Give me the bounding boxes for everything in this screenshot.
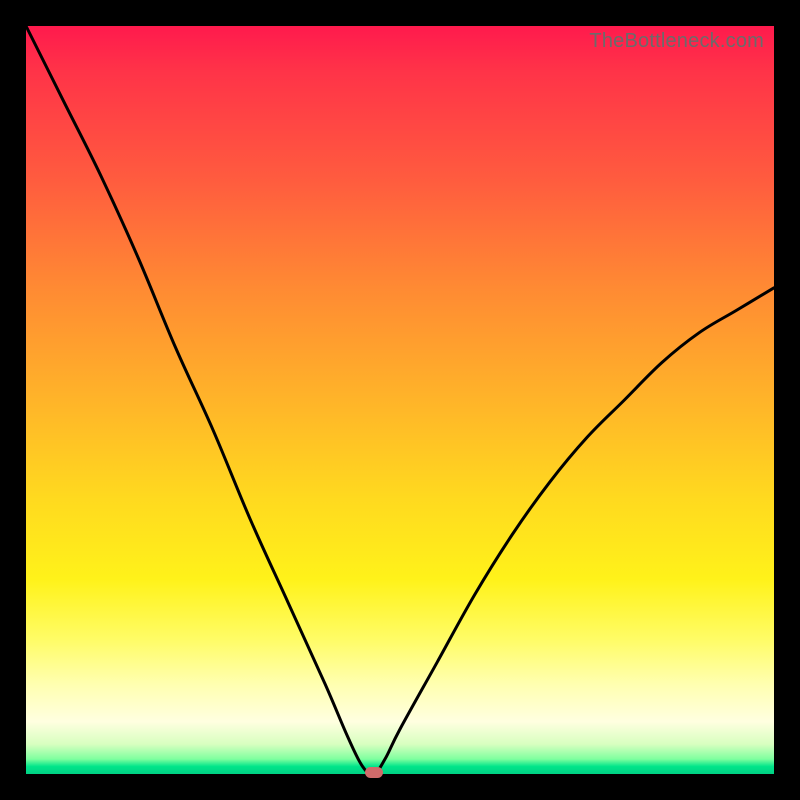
plot-area: TheBottleneck.com (26, 26, 774, 774)
minimum-marker (365, 767, 383, 778)
chart-frame: TheBottleneck.com (0, 0, 800, 800)
bottleneck-curve (26, 26, 774, 774)
